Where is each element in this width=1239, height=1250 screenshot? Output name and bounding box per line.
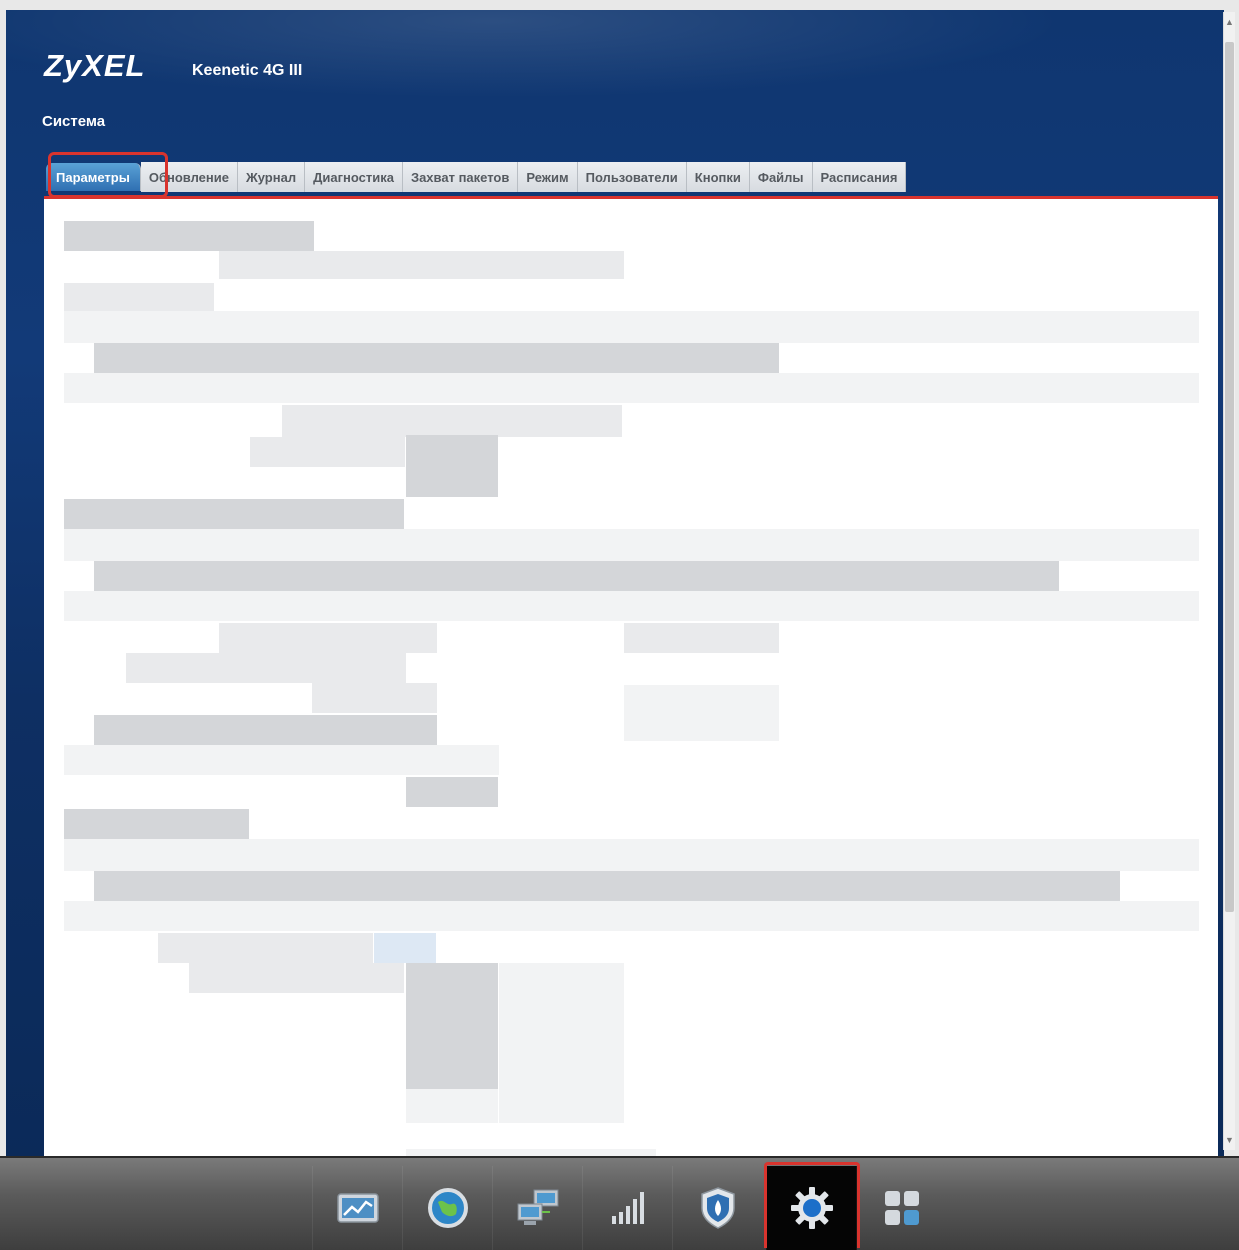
scroll-thumb[interactable] — [1225, 42, 1234, 912]
dock-security-button[interactable] — [672, 1166, 763, 1250]
obscured-content — [94, 561, 1059, 591]
obscured-content — [94, 871, 1120, 901]
obscured-content — [94, 343, 779, 373]
obscured-content — [406, 435, 498, 469]
globe-icon — [428, 1188, 468, 1228]
obscured-content — [250, 437, 405, 467]
obscured-content — [406, 467, 498, 497]
obscured-content — [64, 809, 249, 839]
obscured-content — [126, 653, 406, 683]
obscured-content — [624, 623, 779, 653]
tab-buttons[interactable]: Кнопки — [686, 162, 750, 192]
shield-icon — [701, 1187, 735, 1229]
tab-schedules[interactable]: Расписания — [812, 162, 907, 192]
obscured-content — [64, 745, 499, 775]
obscured-content — [64, 373, 1199, 403]
obscured-content — [219, 623, 437, 653]
obscured-content — [64, 901, 1199, 931]
dock-home-network-button[interactable] — [492, 1166, 583, 1250]
scroll-up-arrow-icon[interactable]: ▲ — [1224, 16, 1235, 28]
obscured-content — [312, 683, 437, 713]
obscured-content — [406, 1089, 498, 1123]
bottom-dock — [0, 1156, 1239, 1250]
obscured-content — [406, 777, 498, 807]
tab-diagnostics[interactable]: Диагностика — [305, 162, 403, 192]
monitor-chart-icon — [337, 1193, 379, 1223]
obscured-content — [499, 963, 624, 1123]
tab-highlight-frame — [48, 152, 168, 198]
obscured-content — [94, 715, 437, 745]
signal-bars-icon — [612, 1192, 644, 1224]
tab-users[interactable]: Пользователи — [577, 162, 687, 192]
dock-monitor-button[interactable] — [312, 1166, 403, 1250]
obscured-content — [219, 251, 624, 279]
tab-bar: Параметры Обновление Журнал Диагностика … — [46, 160, 907, 194]
obscured-content — [282, 405, 622, 437]
obscured-content — [64, 839, 1199, 871]
dock-apps-button[interactable] — [856, 1166, 947, 1250]
tab-files[interactable]: Файлы — [749, 162, 813, 192]
apps-grid-icon — [885, 1191, 919, 1225]
router-web-ui: ZyXEL Keenetic 4G III Система Параметры … — [0, 0, 1239, 1250]
model-name: Keenetic 4G III — [192, 62, 303, 79]
obscured-content — [64, 499, 404, 529]
obscured-content — [406, 963, 498, 1089]
obscured-content — [64, 283, 214, 313]
page-title: Система — [42, 113, 106, 130]
tab-log[interactable]: Журнал — [238, 162, 306, 192]
header-area: ZyXEL Keenetic 4G III Система Параметры … — [6, 10, 1224, 1160]
tab-mode[interactable]: Режим — [518, 162, 578, 192]
dock-internet-button[interactable] — [402, 1166, 493, 1250]
obscured-content — [189, 963, 404, 993]
network-computers-icon — [517, 1189, 559, 1225]
vertical-scrollbar[interactable]: ▲ ▼ — [1223, 12, 1235, 1150]
tab-packet-capture[interactable]: Захват пакетов — [402, 162, 519, 192]
settings-content-panel — [44, 196, 1218, 1160]
dock-wifi-button[interactable] — [582, 1166, 673, 1250]
dock-highlight-frame — [764, 1162, 860, 1248]
obscured-content — [64, 529, 1199, 561]
obscured-content — [374, 933, 436, 963]
obscured-content — [624, 685, 779, 741]
obscured-content — [158, 933, 373, 963]
zyxel-logo: ZyXEL — [44, 48, 146, 83]
scroll-down-arrow-icon[interactable]: ▼ — [1224, 1134, 1235, 1146]
obscured-content — [64, 221, 314, 251]
obscured-content — [64, 311, 1199, 343]
obscured-content — [64, 591, 1199, 621]
